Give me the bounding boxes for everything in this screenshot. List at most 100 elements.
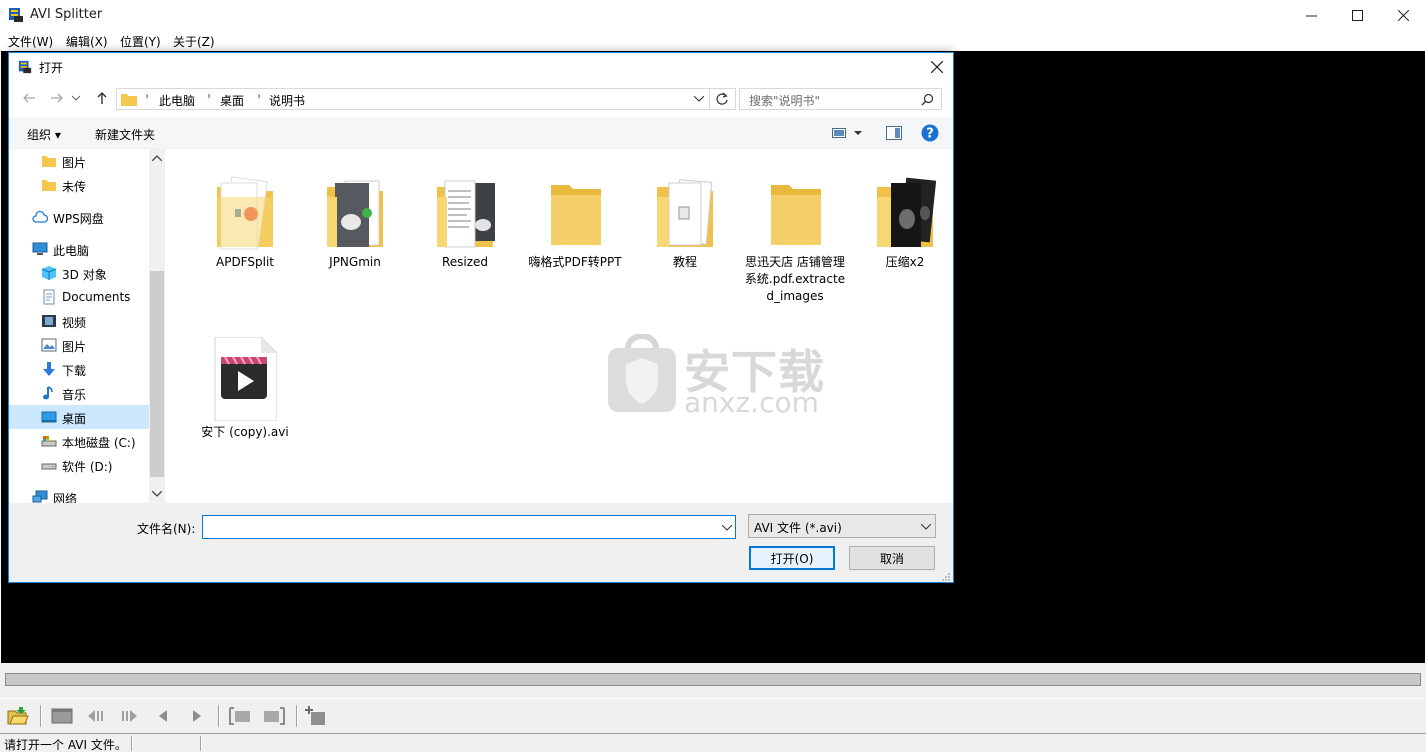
open-file-button[interactable] [6, 704, 30, 728]
nav-item-software-d[interactable]: 软件 (D:) [9, 453, 149, 477]
maximize-button[interactable] [1334, 0, 1380, 31]
preview-pane-icon[interactable] [886, 126, 902, 140]
video-file-item[interactable]: 安下 (copy).avi [193, 319, 297, 439]
nav-item-untransmitted[interactable]: 未传 [9, 173, 149, 197]
up-button[interactable] [92, 88, 112, 108]
address-bar[interactable]: › 此电脑 › 桌面 › 说明书 [116, 88, 736, 110]
folder-icon [121, 94, 137, 106]
nav-item-3d-objects[interactable]: 3D 对象 [9, 261, 149, 285]
navigation-scrollbar[interactable] [149, 149, 165, 503]
chevron-down-icon[interactable] [694, 96, 704, 102]
navigation-row: › 此电脑 › 桌面 › 说明书 搜索"说明书" [9, 83, 953, 113]
nav-item-downloads[interactable]: 下载 [9, 357, 149, 381]
mark-start-button[interactable] [228, 704, 252, 728]
nav-item-this-pc[interactable]: 此电脑 [9, 237, 149, 261]
nav-item-label: 下载 [62, 364, 87, 378]
position-slider[interactable] [5, 673, 1421, 686]
recent-locations-button[interactable] [70, 88, 82, 108]
toolbar-separator [296, 705, 298, 727]
folder-item[interactable]: 压缩x2 [853, 149, 957, 269]
cancel-button[interactable]: 取消 [849, 546, 935, 570]
add-segment-button[interactable] [304, 704, 328, 728]
close-button[interactable] [1380, 0, 1426, 31]
search-input[interactable]: 搜索"说明书" [739, 88, 942, 110]
cube-icon [41, 266, 57, 280]
folder-icon [42, 156, 56, 167]
nav-item-pictures[interactable]: 图片 [9, 333, 149, 357]
nav-item-documents[interactable]: Documents [9, 285, 149, 309]
nav-item-label: WPS网盘 [53, 212, 104, 226]
next-frame-button[interactable] [185, 704, 209, 728]
minimize-icon [1305, 15, 1317, 17]
nav-item-desktop[interactable]: 桌面 [9, 405, 149, 429]
prev-keyframe-icon [88, 710, 103, 722]
organize-button[interactable]: 组织 ▾ [27, 126, 61, 143]
open-button[interactable]: 打开(O) [749, 546, 835, 570]
minimize-button[interactable] [1288, 0, 1334, 31]
nav-item-pictures-folder[interactable]: 图片 [9, 149, 149, 173]
back-button[interactable] [19, 88, 39, 108]
dialog-close-button[interactable] [925, 56, 949, 78]
folder-icon [327, 180, 383, 247]
nav-item-label: Documents [62, 290, 131, 304]
nav-item-wps-cloud[interactable]: WPS网盘 [9, 205, 149, 229]
chevron-up-icon[interactable] [152, 155, 162, 161]
scrollbar-thumb[interactable] [150, 271, 164, 477]
nav-item-label: 桌面 [62, 412, 87, 426]
mark-start-icon [229, 707, 250, 725]
close-icon [931, 61, 943, 73]
folder-icon [771, 185, 821, 245]
view-options-icon[interactable] [832, 127, 862, 139]
folder-item[interactable]: Resized [413, 149, 517, 269]
menu-edit[interactable]: 编辑(X) [66, 33, 108, 50]
mark-end-button[interactable] [262, 704, 286, 728]
drive-icon [41, 463, 57, 470]
menu-about[interactable]: 关于(Z) [173, 33, 215, 50]
nav-item-local-disk-c[interactable]: 本地磁盘 (C:) [9, 429, 149, 453]
toolbar [0, 698, 1426, 732]
nav-item-label: 图片 [62, 340, 87, 354]
address-divider [709, 89, 710, 109]
resize-grip-icon[interactable] [941, 572, 950, 581]
nav-item-label: 本地磁盘 (C:) [62, 436, 136, 450]
nav-item-videos[interactable]: 视频 [9, 309, 149, 333]
chevron-down-icon[interactable] [152, 491, 162, 497]
prev-keyframe-button[interactable] [84, 704, 108, 728]
folder-item[interactable]: JPNGmin [303, 149, 407, 269]
lower-panel: 请打开一个 AVI 文件。 [0, 663, 1426, 752]
folder-item[interactable]: 嗨格式PDF转PPT [523, 149, 627, 269]
new-folder-button[interactable]: 新建文件夹 [95, 126, 155, 143]
open-folder-icon [7, 707, 29, 725]
navigation-pane: 图片 未传 WPS网盘 此电脑 3D 对象 Documents 视频 图片 下载… [9, 149, 165, 506]
prev-frame-button[interactable] [151, 704, 175, 728]
folder-item[interactable]: 思迅天店 店铺管理系统.pdf.extracted_images [743, 149, 847, 319]
nav-item-music[interactable]: 音乐 [9, 381, 149, 405]
toolbar-separator [218, 705, 220, 727]
dialog-title-bar: 打开 [9, 53, 953, 81]
menu-position[interactable]: 位置(Y) [120, 33, 161, 50]
menu-file[interactable]: 文件(W) [8, 33, 53, 50]
folder-item[interactable]: 教程 [633, 149, 737, 269]
dialog-title: 打开 [39, 61, 64, 75]
forward-button[interactable] [47, 88, 67, 108]
next-keyframe-button[interactable] [117, 704, 141, 728]
folder-icon [877, 177, 937, 247]
toolbar-separator [40, 705, 42, 727]
stop-button[interactable] [50, 704, 74, 728]
status-message: 请打开一个 AVI 文件。 [4, 738, 127, 752]
breadcrumb-desktop[interactable]: 桌面 [220, 92, 244, 109]
folder-item[interactable]: APDFSplit [193, 149, 297, 269]
folder-icon [42, 180, 56, 191]
open-file-dialog: 打开 › 此电脑 › 桌面 › 说明书 搜索"说明书" 组织 ▾ 新建文件夹 ?… [8, 52, 954, 583]
breadcrumb-separator: › [257, 91, 261, 102]
breadcrumb-this-pc[interactable]: 此电脑 [159, 92, 195, 109]
refresh-icon[interactable] [715, 92, 729, 106]
file-type-select[interactable]: AVI 文件 (*.avi) [748, 514, 936, 538]
breadcrumb-manual[interactable]: 说明书 [269, 92, 305, 109]
video-file-icon [214, 337, 277, 421]
filename-input[interactable] [202, 515, 736, 539]
breadcrumb-separator: › [207, 91, 211, 102]
help-icon[interactable]: ? [921, 124, 939, 142]
chevron-down-icon [72, 95, 80, 101]
chevron-down-icon[interactable] [722, 525, 732, 531]
